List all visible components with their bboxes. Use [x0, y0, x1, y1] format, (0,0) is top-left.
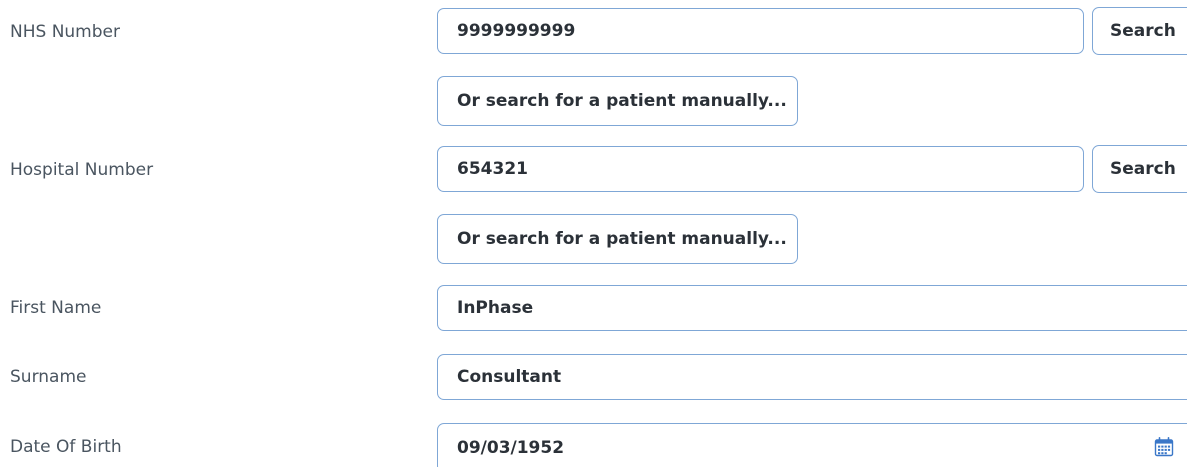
first-name-label: First Name — [10, 298, 102, 318]
date-of-birth-label: Date Of Birth — [10, 437, 122, 457]
nhs-manual-search-button[interactable]: Or search for a patient manually... — [437, 76, 798, 126]
patient-search-form: NHS Number 9999999999 Search Or search f… — [0, 0, 1187, 467]
nhs-number-input[interactable]: 9999999999 — [437, 8, 1084, 54]
hospital-manual-search-button[interactable]: Or search for a patient manually... — [437, 214, 798, 264]
hospital-number-label: Hospital Number — [10, 160, 154, 180]
hospital-number-input[interactable]: 654321 — [437, 146, 1084, 192]
nhs-number-label: NHS Number — [10, 22, 120, 42]
nhs-number-search-button[interactable]: Search — [1092, 7, 1187, 55]
first-name-input[interactable]: InPhase — [437, 285, 1187, 331]
surname-input[interactable]: Consultant — [437, 354, 1187, 400]
date-of-birth-input[interactable]: 09/03/1952 — [437, 423, 1187, 467]
hospital-number-search-button[interactable]: Search — [1092, 145, 1187, 193]
surname-label: Surname — [10, 367, 87, 387]
calendar-icon[interactable] — [1154, 437, 1174, 457]
